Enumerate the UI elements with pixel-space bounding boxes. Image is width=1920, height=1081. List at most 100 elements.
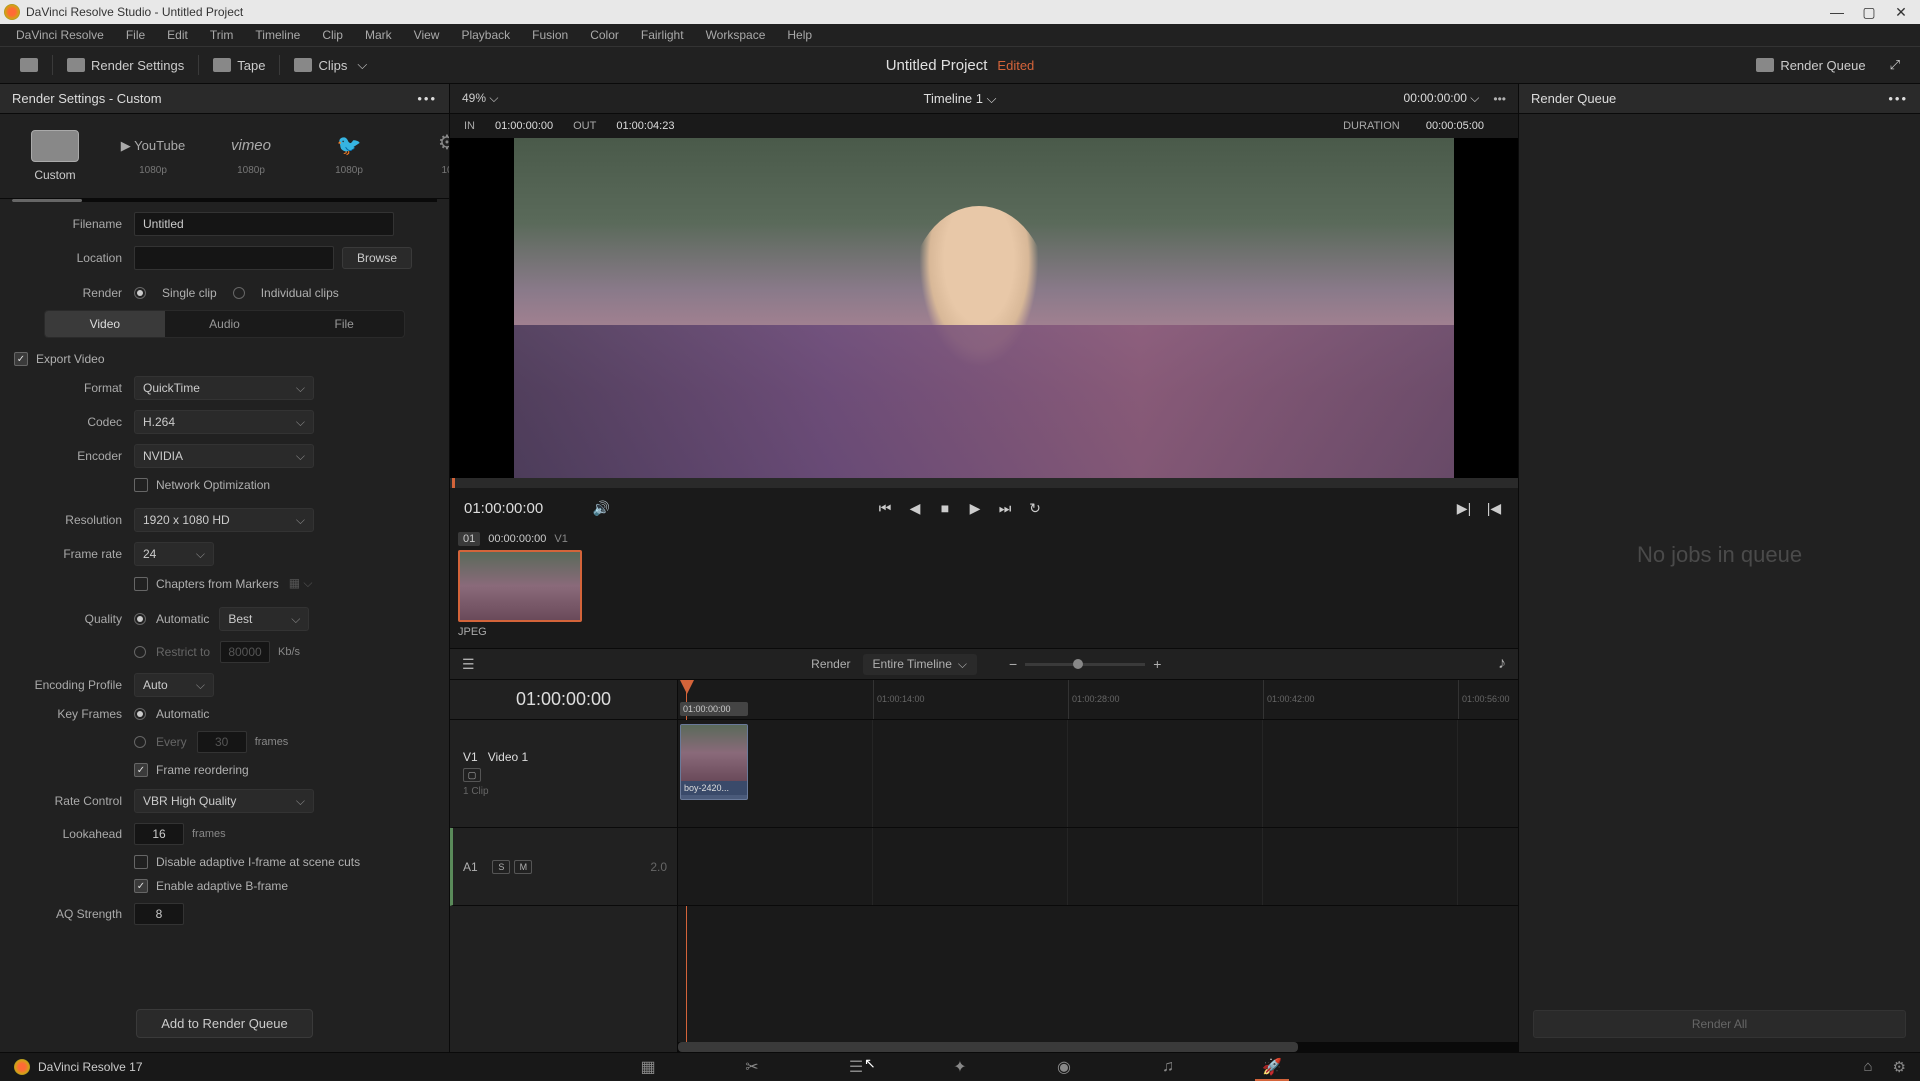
frame-reorder-checkbox[interactable] [134, 763, 148, 777]
play-button[interactable]: ▶ [965, 498, 985, 518]
video-clip[interactable]: boy-2420... [680, 724, 748, 800]
tab-audio[interactable]: Audio [165, 311, 285, 337]
page-cut[interactable]: ✂ [740, 1058, 764, 1076]
zoom-slider[interactable] [1025, 663, 1145, 666]
tab-file[interactable]: File [284, 311, 404, 337]
mute-a1[interactable]: M [514, 860, 532, 874]
kf-auto-radio[interactable] [134, 708, 146, 720]
stop-button[interactable]: ■ [935, 498, 955, 518]
prev-clip-button[interactable]: ⏮ [875, 498, 895, 518]
page-fairlight[interactable]: ♫ [1156, 1058, 1180, 1076]
clip-thumbnail[interactable] [458, 550, 582, 622]
zoom-display[interactable]: 49% ⌵ [462, 91, 498, 106]
filename-input[interactable] [134, 212, 394, 236]
menu-fusion[interactable]: Fusion [522, 26, 578, 44]
audio-icon[interactable]: ♪ [1498, 655, 1506, 673]
timeline-view-icon[interactable]: ☰ [462, 656, 475, 673]
menu-edit[interactable]: Edit [157, 26, 198, 44]
goto-start-button[interactable]: |◀ [1484, 498, 1504, 518]
resolution-select[interactable]: 1920 x 1080 HD [134, 508, 314, 532]
zoom-out-button[interactable]: − [1009, 656, 1017, 672]
render-scope-select[interactable]: Entire Timeline⌵ [863, 654, 977, 675]
track-enable-v1[interactable]: ▢ [463, 768, 481, 782]
viewer[interactable] [450, 138, 1518, 478]
close-button[interactable]: ✕ [1894, 5, 1908, 19]
enable-adaptive-b-checkbox[interactable] [134, 879, 148, 893]
location-input[interactable] [134, 246, 334, 270]
restrict-input[interactable] [220, 641, 270, 663]
preset-custom[interactable]: Custom [6, 124, 104, 188]
tape-toggle[interactable]: Tape [203, 54, 275, 77]
encoder-select[interactable]: NVIDIA [134, 444, 314, 468]
disable-adaptive-i-checkbox[interactable] [134, 855, 148, 869]
render-queue-toggle[interactable]: Render Queue [1746, 54, 1875, 77]
kf-every-radio[interactable] [134, 736, 146, 748]
track-v1[interactable]: boy-2420... [678, 720, 1518, 828]
framerate-select[interactable]: 24 [134, 542, 214, 566]
menu-timeline[interactable]: Timeline [245, 26, 310, 44]
quality-restrict-radio[interactable] [134, 646, 146, 658]
menu-color[interactable]: Color [580, 26, 629, 44]
export-video-checkbox[interactable] [14, 352, 28, 366]
minimize-button[interactable]: — [1830, 5, 1844, 19]
render-settings-toggle[interactable]: Render Settings [57, 54, 194, 77]
step-back-button[interactable]: ◀ [905, 498, 925, 518]
menu-playback[interactable]: Playback [451, 26, 520, 44]
menu-clip[interactable]: Clip [312, 26, 353, 44]
page-fusion[interactable]: ✦ [948, 1058, 972, 1076]
viewer-scrubber[interactable] [450, 478, 1518, 488]
settings-icon[interactable]: ⚙ [1893, 1058, 1906, 1076]
clips-toggle[interactable]: Clips⌵ [284, 53, 377, 77]
menu-workspace[interactable]: Workspace [696, 26, 776, 44]
range-indicator[interactable]: 01:00:00:00 [680, 702, 748, 716]
menu-file[interactable]: File [116, 26, 155, 44]
timeline-tracks[interactable]: 01:00:00:00 01:00:14:00 01:00:28:00 01:0… [678, 680, 1518, 1052]
page-deliver[interactable]: 🚀 [1260, 1058, 1284, 1076]
goto-end-button[interactable]: ▶| [1454, 498, 1474, 518]
browse-button[interactable]: Browse [342, 247, 412, 269]
codec-select[interactable]: H.264 [134, 410, 314, 434]
kf-every-input[interactable] [197, 731, 247, 753]
zoom-in-button[interactable]: + [1153, 656, 1161, 672]
render-all-button[interactable]: Render All [1533, 1010, 1906, 1038]
viewer-options[interactable]: ••• [1493, 92, 1506, 106]
chapters-checkbox[interactable] [134, 577, 148, 591]
track-header-v1[interactable]: V1 Video 1 ▢ 1 Clip [450, 720, 677, 828]
menu-view[interactable]: View [404, 26, 450, 44]
page-edit[interactable]: ☰ [844, 1058, 868, 1076]
viewer-timecode[interactable]: 00:00:00:00 ⌵ [1404, 91, 1480, 106]
tab-video[interactable]: Video [45, 311, 165, 337]
playhead-icon[interactable] [680, 680, 694, 694]
page-media[interactable]: ▦ [636, 1058, 660, 1076]
timeline-name[interactable]: Timeline 1 ⌵ [924, 91, 997, 107]
menu-mark[interactable]: Mark [355, 26, 402, 44]
queue-options-button[interactable]: ••• [1888, 91, 1908, 106]
ratecontrol-select[interactable]: VBR High Quality [134, 789, 314, 813]
panel-options-button[interactable]: ••• [417, 91, 437, 106]
loop-button[interactable]: ↻ [1025, 498, 1045, 518]
maximize-button[interactable]: ▢ [1862, 5, 1876, 19]
track-a1[interactable] [678, 828, 1518, 906]
menu-davinci[interactable]: DaVinci Resolve [6, 26, 114, 44]
lookahead-input[interactable] [134, 823, 184, 845]
menu-fairlight[interactable]: Fairlight [631, 26, 694, 44]
expand-button[interactable]: ⤢ [1880, 53, 1910, 77]
track-header-a1[interactable]: A1 S M 2.0 [450, 828, 677, 906]
preset-more[interactable]: ⚙ 10 [398, 124, 449, 188]
page-color[interactable]: ◉ [1052, 1058, 1076, 1076]
preset-youtube[interactable]: ▶ YouTube 1080p [104, 124, 202, 188]
single-clip-radio[interactable] [134, 287, 146, 299]
menu-help[interactable]: Help [777, 26, 822, 44]
timeline-scrollbar[interactable] [678, 1042, 1518, 1052]
preset-twitter[interactable]: 🐦 1080p [300, 124, 398, 188]
add-to-queue-button[interactable]: Add to Render Queue [136, 1009, 312, 1038]
format-select[interactable]: QuickTime [134, 376, 314, 400]
deliver-icon-button[interactable] [10, 54, 48, 76]
volume-icon[interactable]: 🔊 [591, 498, 611, 518]
enc-profile-select[interactable]: Auto [134, 673, 214, 697]
menu-trim[interactable]: Trim [200, 26, 244, 44]
preset-vimeo[interactable]: vimeo 1080p [202, 124, 300, 188]
home-icon[interactable]: ⌂ [1863, 1058, 1872, 1076]
next-clip-button[interactable]: ⏭ [995, 498, 1015, 518]
quality-auto-radio[interactable] [134, 613, 146, 625]
